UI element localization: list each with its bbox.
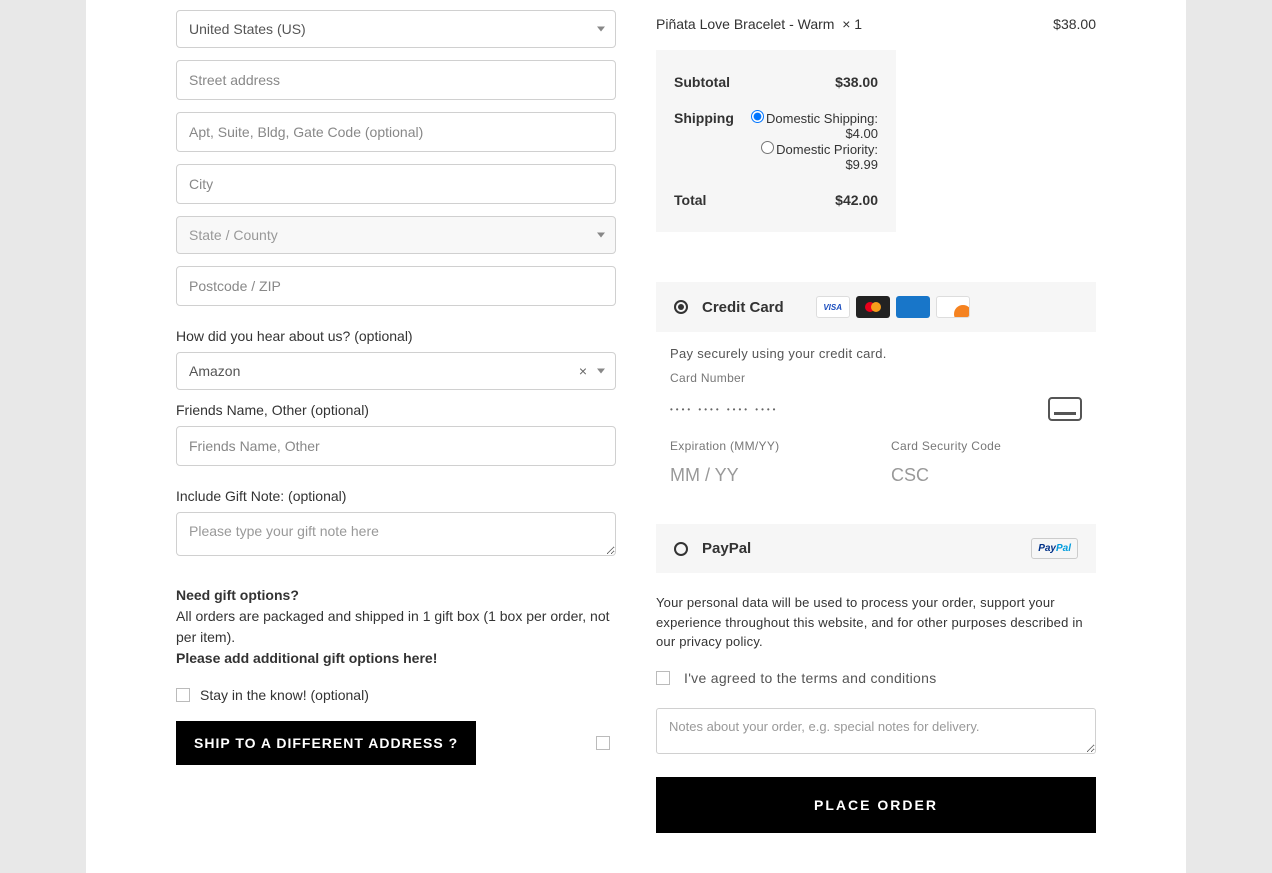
order-notes-textarea[interactable] [656,708,1096,754]
apt-suite-input[interactable] [176,112,616,152]
hear-about-label: How did you hear about us? (optional) [176,328,616,344]
terms-checkbox[interactable] [656,671,670,685]
giftnote-label: Include Gift Note: (optional) [176,488,616,504]
street-address-input[interactable] [176,60,616,100]
gift-heading: Need gift options? [176,587,299,603]
total-value: $42.00 [835,192,878,208]
hear-about-value: Amazon [189,363,240,379]
cc-number-label: Card Number [670,371,1082,385]
hear-about-select[interactable]: Amazon × [176,352,616,390]
summary-box: Subtotal $38.00 Shipping Domestic Shippi… [656,50,896,232]
creditcard-title: Credit Card [702,299,784,316]
mastercard-icon [856,296,890,318]
newsletter-label: Stay in the know! (optional) [200,687,369,703]
card-icon [1048,397,1082,421]
billing-form: United States (US) State / County How di… [176,10,616,833]
paypal-icon: PayPal [1031,538,1078,559]
total-label: Total [674,192,706,208]
subtotal-label: Subtotal [674,74,730,90]
creditcard-form: Pay securely using your credit card. Car… [656,332,1096,500]
ship-opt-priority[interactable]: Domestic Priority: $9.99 [761,142,878,172]
city-input[interactable] [176,164,616,204]
giftnote-textarea[interactable] [176,512,616,556]
cc-exp-label: Expiration (MM/YY) [670,439,861,453]
chevron-down-icon [597,27,605,32]
country-value: United States (US) [189,21,306,37]
gift-options-info: Need gift options? All orders are packag… [176,585,616,669]
zip-input[interactable] [176,266,616,306]
payment-creditcard-header[interactable]: Credit Card VISA [656,282,1096,332]
chevron-down-icon [597,233,605,238]
ship-radio-priority[interactable] [761,141,774,154]
order-summary: Piñata Love Bracelet - Warm × 1 $38.00 S… [656,10,1096,833]
payment-paypal-header[interactable]: PayPal PayPal [656,524,1096,573]
gift-link[interactable]: Please add additional gift options here! [176,650,437,666]
ship-opt-domestic[interactable]: Domestic Shipping: $4.00 [751,111,878,141]
amex-icon [896,296,930,318]
place-order-button[interactable]: PLACE ORDER [656,777,1096,833]
ship-different-checkbox[interactable] [596,736,610,750]
cart-item-row: Piñata Love Bracelet - Warm × 1 $38.00 [656,10,1096,38]
clear-icon[interactable]: × [579,363,587,379]
shipping-label: Shipping [674,110,734,126]
friends-label: Friends Name, Other (optional) [176,402,616,418]
country-select[interactable]: United States (US) [176,10,616,48]
radio-paypal[interactable] [674,542,688,556]
gift-line: All orders are packaged and shipped in 1… [176,608,610,645]
paypal-title: PayPal [702,540,751,557]
ship-different-address-button[interactable]: SHIP TO A DIFFERENT ADDRESS ? [176,721,476,765]
cc-csc-label: Card Security Code [891,439,1082,453]
visa-icon: VISA [816,296,850,318]
state-placeholder: State / County [189,227,278,243]
cc-exp-input[interactable]: MM / YY [670,457,861,494]
cc-number-input[interactable]: •••• •••• •••• •••• [670,405,778,414]
subtotal-value: $38.00 [835,74,878,90]
ship-radio-domestic[interactable] [751,110,764,123]
cart-item-name: Piñata Love Bracelet - Warm [656,16,834,32]
cart-item-price: $38.00 [1053,16,1096,32]
privacy-text: Your personal data will be used to proce… [656,593,1096,652]
cc-description: Pay securely using your credit card. [670,346,1082,361]
chevron-down-icon [597,369,605,374]
state-select[interactable]: State / County [176,216,616,254]
cc-csc-input[interactable]: CSC [891,457,1082,494]
radio-creditcard[interactable] [674,300,688,314]
discover-icon [936,296,970,318]
friends-name-input[interactable] [176,426,616,466]
terms-label: I've agreed to the terms and conditions [684,670,937,686]
cart-item-qty: × 1 [842,16,862,32]
